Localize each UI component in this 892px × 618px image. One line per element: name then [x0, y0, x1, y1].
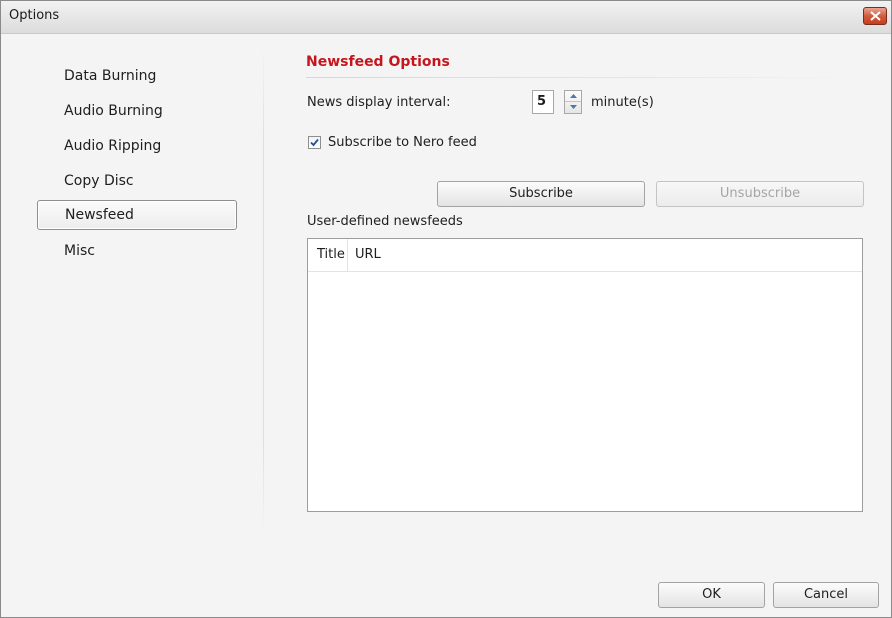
user-feeds-label: User-defined newsfeeds [307, 214, 463, 229]
window-title: Options [9, 8, 60, 23]
sidebar-item-newsfeed[interactable]: Newsfeed [37, 200, 237, 230]
subscribe-checkbox[interactable] [308, 136, 321, 149]
sidebar-item-audio-burning[interactable]: Audio Burning [37, 97, 237, 127]
user-feeds-list[interactable]: Title URL [307, 238, 863, 512]
sidebar-item-misc[interactable]: Misc [37, 237, 237, 267]
sidebar-item-data-burning[interactable]: Data Burning [37, 62, 237, 92]
column-header-url[interactable]: URL [348, 239, 381, 271]
sidebar-item-audio-ripping[interactable]: Audio Ripping [37, 132, 237, 162]
options-dialog: Options Data Burning Audio Burning Audio… [0, 0, 892, 618]
column-header-title[interactable]: Title [308, 239, 348, 271]
sidebar-item-copy-disc[interactable]: Copy Disc [37, 167, 237, 197]
section-title: Newsfeed Options [306, 54, 450, 70]
subscribe-button[interactable]: Subscribe [437, 181, 645, 207]
sidebar-divider [263, 46, 264, 536]
arrow-down-icon [570, 105, 577, 109]
close-button[interactable] [863, 7, 887, 25]
interval-unit-label: minute(s) [591, 95, 654, 110]
sidebar: Data Burning Audio Burning Audio Ripping… [1, 34, 263, 584]
spin-down-button[interactable] [565, 102, 581, 113]
unsubscribe-button[interactable]: Unsubscribe [656, 181, 864, 207]
interval-stepper [564, 90, 582, 114]
interval-label: News display interval: [307, 95, 451, 110]
subscribe-checkbox-label[interactable]: Subscribe to Nero feed [328, 135, 477, 150]
arrow-up-icon [570, 94, 577, 98]
spin-up-button[interactable] [565, 91, 581, 102]
close-icon [870, 11, 881, 21]
checkmark-icon [310, 138, 319, 147]
section-divider [306, 77, 851, 78]
list-header: Title URL [308, 239, 862, 272]
title-bar: Options [1, 1, 891, 34]
cancel-button[interactable]: Cancel [773, 582, 879, 608]
ok-button[interactable]: OK [658, 582, 765, 608]
interval-input[interactable]: 5 [532, 90, 554, 114]
